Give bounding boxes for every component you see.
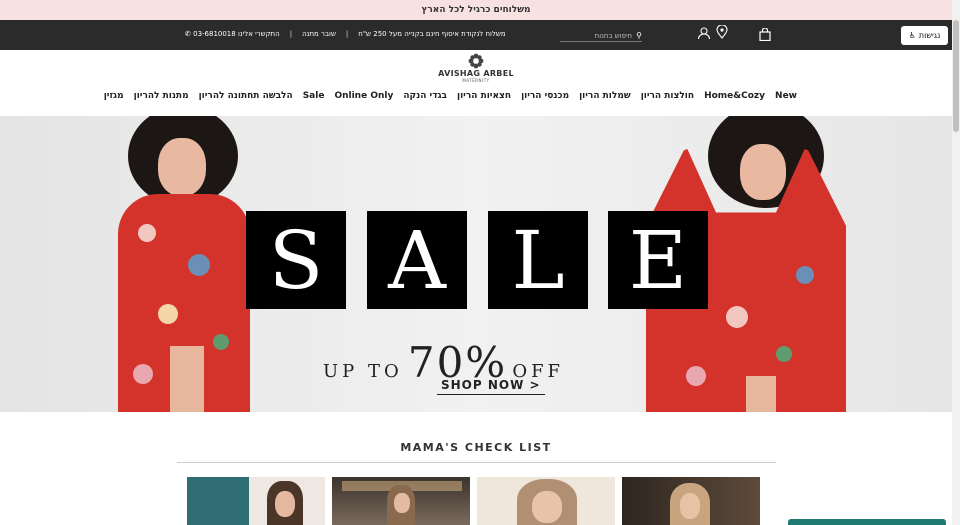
promo-strip: ✆ התקשרי אלינו 03-6810018 | שובר מתנה | …	[185, 30, 506, 38]
nav-item[interactable]: בגדי הנקה	[403, 91, 447, 101]
up-to-text: UP TO	[323, 361, 403, 382]
shipping-promo-text: משלוח לנקודת איסוף חינם בקנייה מעל 250 ש…	[358, 30, 506, 38]
shop-now-button[interactable]: SHOP NOW >	[437, 378, 545, 395]
nav-item[interactable]: Home&Cozy	[704, 91, 765, 101]
checklist-divider	[177, 462, 776, 463]
search-placeholder: חיפוש בחנות	[594, 31, 633, 40]
store-locator-icon[interactable]	[716, 25, 728, 39]
main-navigation: מגזין מתנות להריון הלבשה תחתונה להריון Sale…	[104, 91, 797, 101]
sale-letter-s: S	[246, 211, 346, 309]
brand-logo[interactable]: AVISHAG ARBEL MATERNITY	[436, 53, 516, 91]
logo-subtitle: MATERNITY	[462, 78, 490, 83]
contact-text: התקשרי אלינו 03-6810018	[193, 30, 280, 38]
site-header: AVISHAG ARBEL MATERNITY מגזין מתנות להריו…	[0, 50, 952, 116]
shopping-bag-icon[interactable]	[759, 28, 771, 41]
nav-item[interactable]: Sale	[303, 91, 325, 101]
checklist-card[interactable]	[332, 477, 470, 525]
logo-flower-icon	[468, 53, 484, 69]
search-input[interactable]: חיפוש בחנות ⚲	[560, 30, 642, 42]
checklist-card[interactable]	[477, 477, 615, 525]
divider: |	[289, 30, 293, 38]
phone-icon: ✆	[185, 30, 191, 38]
hero-banner[interactable]: S A L E UP TO 70% OFF SHOP NOW >	[0, 116, 952, 412]
announcement-bar: משלוחים כרגיל לכל הארץ	[0, 0, 952, 20]
nav-item[interactable]: New	[775, 91, 797, 101]
gift-voucher-link[interactable]: שובר מתנה	[302, 30, 336, 38]
nav-item[interactable]: שמלות הריון	[579, 91, 631, 101]
divider: |	[345, 30, 349, 38]
contact-link[interactable]: ✆ התקשרי אלינו 03-6810018	[185, 30, 280, 38]
sale-letter-l: L	[488, 211, 588, 309]
logo-name: AVISHAG ARBEL	[438, 69, 514, 78]
sale-letter-e: E	[608, 211, 708, 309]
nav-item[interactable]: מתנות להריון	[134, 91, 189, 101]
announcement-text: משלוחים כרגיל לכל הארץ	[421, 5, 531, 15]
nav-item[interactable]: חולצות הריון	[641, 91, 694, 101]
chat-widget-tab[interactable]	[788, 519, 946, 525]
checklist-card[interactable]	[622, 477, 760, 525]
nav-item[interactable]: Online Only	[334, 91, 393, 101]
nav-item[interactable]: הלבשה תחתונה להריון	[199, 91, 293, 101]
accessibility-label: נגישות	[918, 31, 941, 40]
accessibility-button[interactable]: ♿ נגישות	[901, 26, 948, 45]
nav-item[interactable]: חצאיות הריון	[457, 91, 511, 101]
scrollbar-thumb[interactable]	[953, 20, 959, 132]
search-icon[interactable]: ⚲	[636, 31, 642, 40]
nav-item[interactable]: מגזין	[104, 91, 124, 101]
accessibility-icon: ♿	[908, 31, 916, 40]
sale-letter-a: A	[367, 211, 467, 309]
checklist-title: MAMA'S CHECK LIST	[400, 441, 552, 454]
user-account-icon[interactable]	[697, 26, 711, 40]
nav-item[interactable]: מכנסי הריון	[521, 91, 569, 101]
top-bar: ♿ נגישות חיפוש בחנות ⚲ ✆ התקשרי אלינו 03…	[0, 20, 952, 50]
checklist-card[interactable]	[187, 477, 325, 525]
